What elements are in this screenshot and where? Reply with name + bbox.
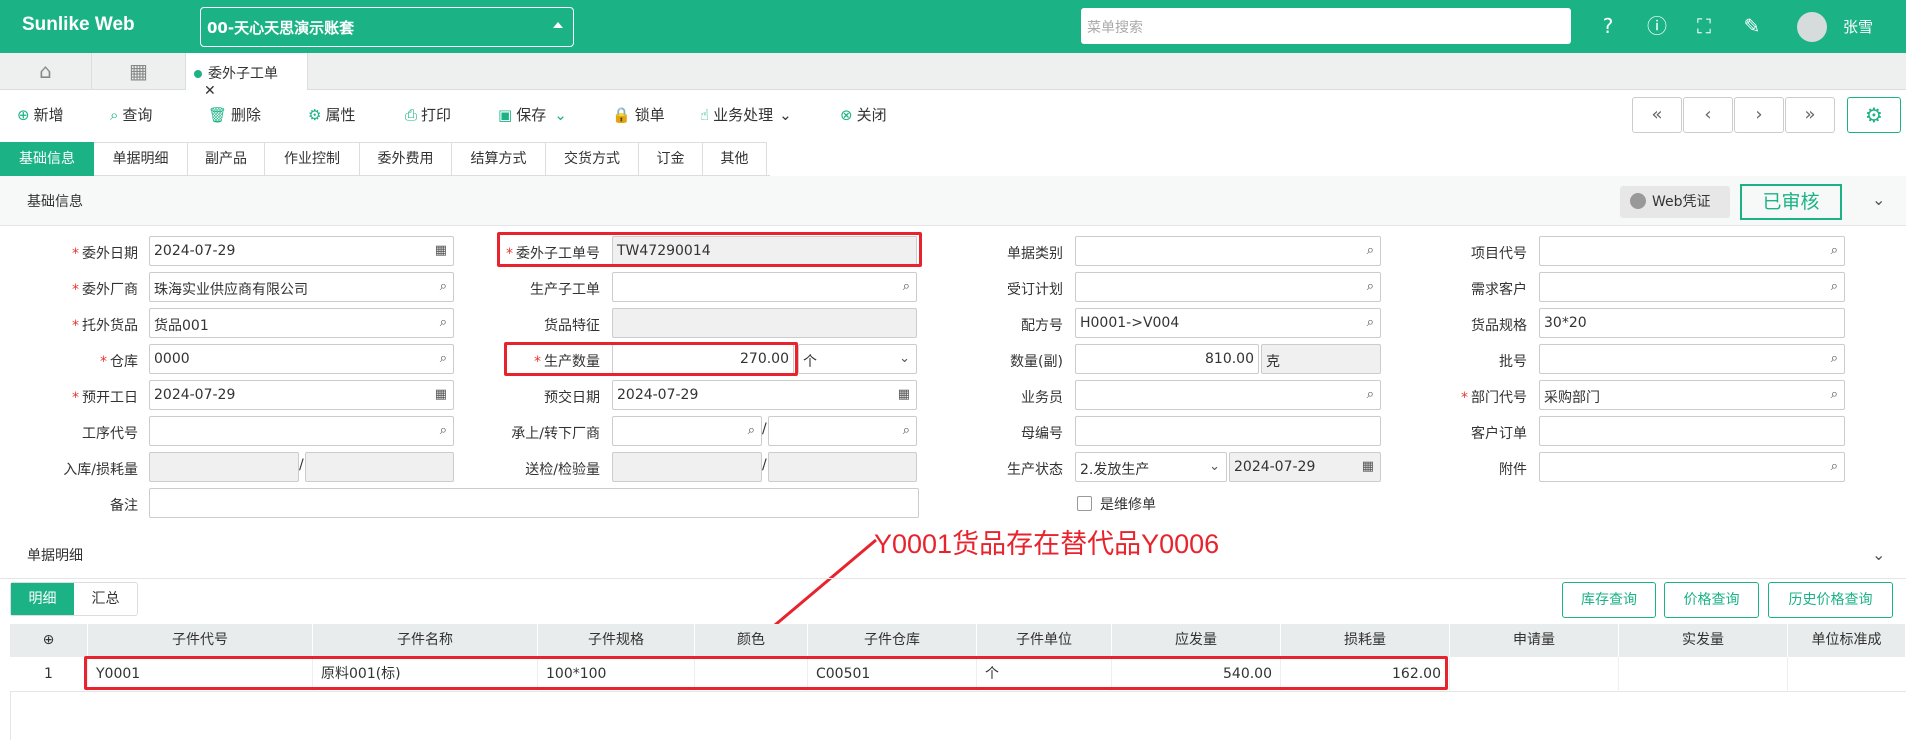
detail-tabs: 明细 汇总	[10, 582, 138, 616]
col-unit[interactable]: 子件单位	[977, 624, 1112, 657]
price-query-button[interactable]: 价格查询	[1664, 582, 1759, 618]
detail-header[interactable]: 单据明细	[0, 530, 870, 580]
add-row-icon[interactable]: ⊕	[10, 624, 88, 657]
chevron-down-icon[interactable]: ⌄	[1872, 545, 1885, 564]
col-apply-qty[interactable]: 申请量	[1450, 624, 1619, 657]
col-code[interactable]: 子件代号	[88, 624, 313, 657]
cell-row-no: 1	[10, 657, 88, 692]
section-title: 单据明细	[27, 548, 83, 564]
col-name[interactable]: 子件名称	[313, 624, 538, 657]
col-warehouse[interactable]: 子件仓库	[808, 624, 977, 657]
table-header: ⊕ 子件代号 子件名称 子件规格 颜色 子件仓库 子件单位 应发量 损耗量 申请…	[10, 624, 1906, 657]
col-loss-qty[interactable]: 损耗量	[1281, 624, 1450, 657]
col-color[interactable]: 颜色	[695, 624, 808, 657]
cell-unit-cost[interactable]	[1788, 657, 1906, 692]
tab-detail[interactable]: 明细	[11, 583, 74, 615]
cell-actual-qty[interactable]	[1619, 657, 1788, 692]
history-price-query-button[interactable]: 历史价格查询	[1768, 582, 1893, 618]
col-actual-qty[interactable]: 实发量	[1619, 624, 1788, 657]
cell-apply-qty[interactable]	[1450, 657, 1619, 692]
col-spec[interactable]: 子件规格	[538, 624, 695, 657]
tab-summary[interactable]: 汇总	[74, 583, 137, 615]
stock-query-button[interactable]: 库存查询	[1562, 582, 1656, 618]
col-issue-qty[interactable]: 应发量	[1112, 624, 1281, 657]
col-unit-cost[interactable]: 单位标准成	[1788, 624, 1906, 657]
highlight-detail-row	[84, 656, 1448, 690]
